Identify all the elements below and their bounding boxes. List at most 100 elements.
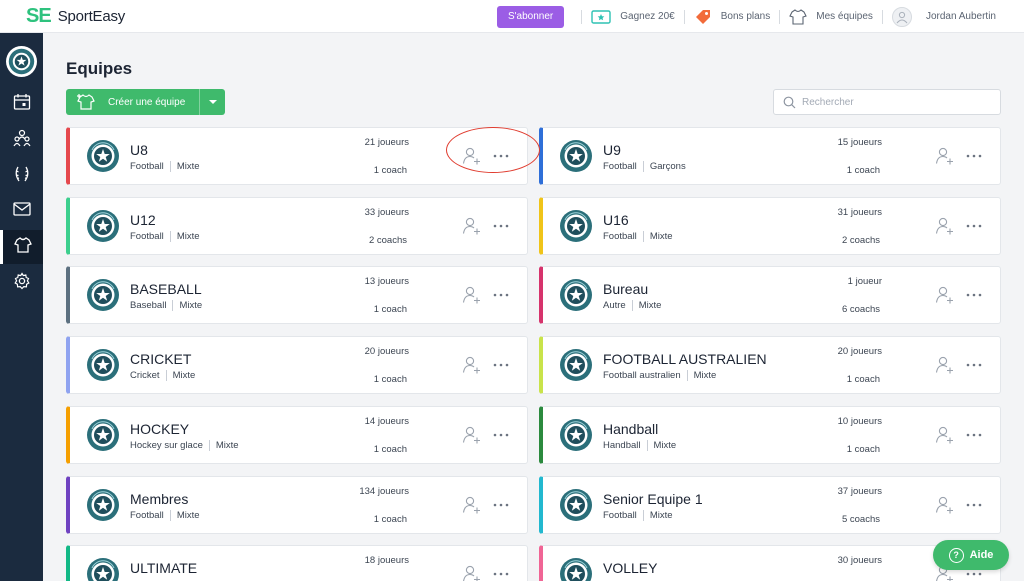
divider — [779, 9, 781, 24]
more-options-icon[interactable] — [493, 146, 509, 166]
team-name[interactable]: VOLLEY — [603, 560, 657, 576]
team-meta: Autre Mixte — [603, 300, 661, 311]
user-name[interactable]: Jordan Aubertin — [926, 11, 996, 22]
sidebar-item-competitions[interactable] — [0, 159, 43, 193]
more-options-icon[interactable] — [493, 355, 509, 375]
sidebar-item-teams[interactable] — [0, 230, 43, 264]
sidebar-item-calendar[interactable] — [0, 87, 43, 121]
add-member-icon[interactable] — [462, 355, 482, 375]
add-member-icon[interactable] — [935, 285, 955, 305]
team-card[interactable]: HOCKEY Hockey sur glace Mixte 14 joueurs 1 c… — [66, 406, 528, 464]
team-name[interactable]: CRICKET — [130, 351, 191, 367]
team-name[interactable]: U12 — [130, 212, 156, 228]
team-players-count: 37 joueurs — [837, 486, 882, 497]
more-options-icon[interactable] — [966, 355, 982, 375]
team-name[interactable]: U8 — [130, 142, 148, 158]
team-card[interactable]: U12 Football Mixte 33 joueurs 2 coachs — [66, 197, 528, 255]
team-card[interactable]: Membres Football Mixte 134 joueurs 1 coach — [66, 476, 528, 534]
team-card[interactable]: U9 Football Garçons 15 joueurs 1 coach — [539, 127, 1001, 185]
ticket-icon — [591, 9, 611, 24]
search-box[interactable] — [773, 89, 1001, 115]
team-card[interactable]: BASEBALL Baseball Mixte 13 joueurs 1 coach — [66, 266, 528, 324]
team-players-count: 20 joueurs — [837, 346, 882, 357]
add-member-icon[interactable] — [935, 146, 955, 166]
deals-link[interactable]: Bons plans — [694, 8, 770, 26]
earn-link[interactable]: Gagnez 20€ — [591, 9, 675, 24]
team-players-count: 15 joueurs — [837, 137, 882, 148]
divider — [642, 231, 644, 242]
sidebar-item-members[interactable] — [0, 123, 43, 157]
sidebar — [0, 33, 43, 581]
team-card[interactable]: Senior Equipe 1 Football Mixte 37 joueurs 5 … — [539, 476, 1001, 534]
team-card[interactable]: CRICKET Cricket Mixte 20 joueurs 1 coach — [66, 336, 528, 394]
my-teams-link[interactable]: Mes équipes — [789, 8, 873, 26]
more-options-icon[interactable] — [493, 285, 509, 305]
team-name[interactable]: HOCKEY — [130, 421, 189, 437]
add-member-icon[interactable] — [462, 285, 482, 305]
more-options-icon[interactable] — [966, 146, 982, 166]
avatar[interactable] — [891, 6, 912, 27]
team-card[interactable]: U8 Football Mixte 21 joueurs 1 coach — [66, 127, 528, 185]
club-logo[interactable] — [6, 46, 37, 77]
team-coaches-count: 2 coachs — [841, 235, 880, 246]
add-member-icon[interactable] — [935, 495, 955, 515]
team-card[interactable]: FOOTBALL AUSTRALIEN Football australien Mi… — [539, 336, 1001, 394]
add-member-icon[interactable] — [935, 355, 955, 375]
team-name[interactable]: U9 — [603, 142, 621, 158]
team-meta: Football Mixte — [130, 510, 200, 521]
team-name[interactable]: U16 — [603, 212, 629, 228]
jersey-plus-icon — [76, 93, 96, 111]
club-emblem-icon — [559, 348, 593, 382]
team-name[interactable]: Membres — [130, 491, 188, 507]
team-card[interactable]: ULTIMATE 18 joueurs — [66, 545, 528, 581]
sidebar-item-settings[interactable] — [0, 266, 43, 300]
team-sport: Cricket — [130, 370, 160, 381]
more-options-icon[interactable] — [966, 216, 982, 236]
team-players-count: 14 joueurs — [364, 416, 409, 427]
team-card[interactable]: Handball Handball Mixte 10 joueurs 1 coach — [539, 406, 1001, 464]
more-options-icon[interactable] — [966, 285, 982, 305]
more-options-icon[interactable] — [966, 425, 982, 445]
team-name[interactable]: BASEBALL — [130, 281, 202, 297]
team-name[interactable]: FOOTBALL AUSTRALIEN — [603, 351, 767, 367]
search-input[interactable] — [802, 96, 992, 108]
team-card[interactable]: VOLLEY 30 joueurs — [539, 545, 1001, 581]
team-name[interactable]: ULTIMATE — [130, 560, 197, 576]
create-team-button[interactable]: Créer une équipe — [66, 89, 225, 115]
add-member-icon[interactable] — [935, 216, 955, 236]
laurel-icon — [13, 165, 31, 188]
more-options-icon[interactable] — [493, 564, 509, 581]
team-name[interactable]: Senior Equipe 1 — [603, 491, 703, 507]
team-gender: Mixte — [172, 370, 196, 381]
more-options-icon[interactable] — [493, 495, 509, 515]
calendar-icon — [13, 93, 31, 116]
help-button[interactable]: ? Aide — [933, 540, 1009, 570]
sporteasy-logo[interactable]: SE SportEasy — [26, 6, 125, 26]
more-options-icon[interactable] — [493, 425, 509, 445]
team-coaches-count: 1 coach — [373, 514, 407, 525]
team-coaches-count: 1 coach — [846, 374, 880, 385]
create-team-dropdown[interactable] — [199, 89, 225, 115]
team-name[interactable]: Bureau — [603, 281, 648, 297]
team-meta: Football Mixte — [130, 161, 200, 172]
more-options-icon[interactable] — [966, 495, 982, 515]
add-member-icon[interactable] — [462, 146, 482, 166]
more-options-icon[interactable] — [493, 216, 509, 236]
team-card[interactable]: Bureau Autre Mixte 1 joueur 6 coachs — [539, 266, 1001, 324]
team-name[interactable]: Handball — [603, 421, 658, 437]
add-member-icon[interactable] — [462, 425, 482, 445]
add-member-icon[interactable] — [462, 495, 482, 515]
logo-text: SportEasy — [57, 7, 126, 25]
add-member-icon[interactable] — [462, 216, 482, 236]
club-emblem-icon — [559, 209, 593, 243]
divider — [169, 510, 171, 521]
team-coaches-count: 1 coach — [373, 444, 407, 455]
team-card[interactable]: U16 Football Mixte 31 joueurs 2 coachs — [539, 197, 1001, 255]
add-member-icon[interactable] — [462, 564, 482, 581]
divider — [686, 370, 688, 381]
subscribe-button[interactable]: S'abonner — [496, 5, 565, 28]
club-emblem-icon — [86, 488, 120, 522]
team-gender: Mixte — [693, 370, 717, 381]
add-member-icon[interactable] — [935, 425, 955, 445]
sidebar-item-messages[interactable] — [0, 194, 43, 228]
